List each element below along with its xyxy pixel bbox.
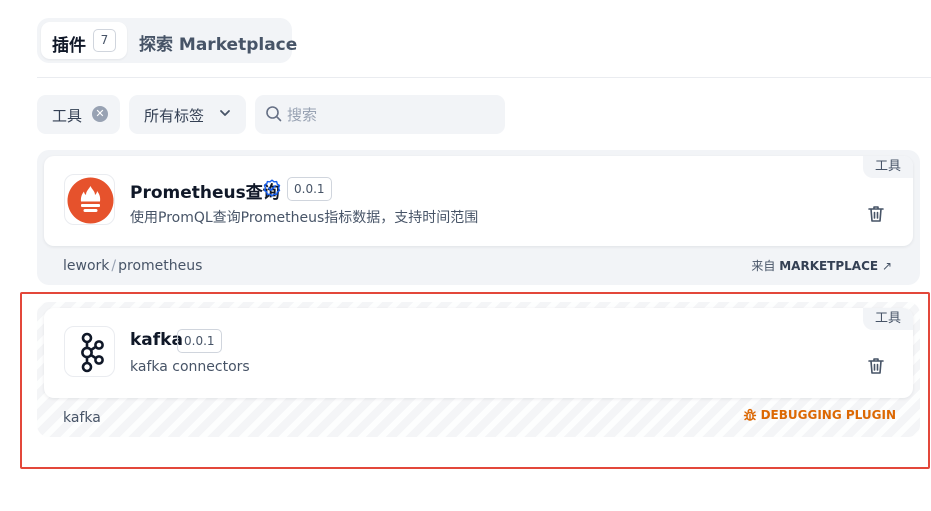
path-separator: / bbox=[111, 258, 117, 274]
source-link[interactable]: 来自 MARKETPLACE ↗ bbox=[751, 257, 892, 274]
chevron-down-icon bbox=[220, 110, 230, 116]
trash-icon[interactable] bbox=[866, 356, 886, 376]
bug-icon bbox=[743, 408, 756, 421]
prometheus-logo bbox=[64, 174, 115, 225]
kafka-logo bbox=[64, 326, 115, 377]
search-icon bbox=[266, 106, 282, 122]
search-box[interactable] bbox=[255, 95, 505, 134]
org-name: lework bbox=[63, 258, 110, 274]
debugging-plugin-badge: DEBUGGING PLUGIN bbox=[743, 408, 896, 422]
category-tag: 工具 bbox=[863, 156, 913, 178]
tab-plugins[interactable]: 插件 7 bbox=[41, 22, 127, 59]
tab-plugins-label: 插件 bbox=[52, 36, 86, 56]
arrow-up-right-icon: ↗ bbox=[881, 259, 892, 273]
tags-dropdown[interactable]: 所有标签 bbox=[129, 95, 246, 134]
plugin-name: kafka bbox=[130, 330, 183, 350]
version-badge: 0.0.1 bbox=[177, 329, 222, 353]
tool-filter-chip[interactable]: 工具 ✕ bbox=[37, 95, 120, 134]
trash-icon[interactable] bbox=[866, 204, 886, 224]
category-tag: 工具 bbox=[863, 308, 913, 330]
plugin-card-kafka[interactable]: 工具 kafka 0.0.1 kafka connectors kafka DE… bbox=[37, 302, 920, 437]
source-prefix: 来自 bbox=[751, 259, 776, 273]
repo-name: prometheus bbox=[118, 258, 203, 274]
plugin-org-repo: lework / prometheus bbox=[63, 258, 202, 274]
plugin-description: 使用PromQL查询Prometheus指标数据，支持时间范围 bbox=[130, 210, 479, 226]
header-divider bbox=[37, 77, 931, 78]
source-name: MARKETPLACE bbox=[779, 259, 879, 273]
plugin-org: kafka bbox=[63, 410, 101, 426]
verified-icon bbox=[263, 179, 281, 197]
tool-filter-label: 工具 bbox=[52, 107, 83, 125]
plugin-card-body: 工具 kafka 0.0.1 kafka connectors bbox=[44, 308, 913, 398]
tab-explore-marketplace[interactable]: 探索 Marketplace bbox=[139, 30, 297, 55]
plugin-card-prometheus[interactable]: 工具 Prometheus查询 0.0.1 使用PromQL查询Promethe… bbox=[37, 150, 920, 285]
search-input[interactable] bbox=[287, 103, 487, 127]
tags-dropdown-label: 所有标签 bbox=[144, 107, 205, 125]
debugging-plugin-label: DEBUGGING PLUGIN bbox=[760, 408, 896, 422]
plugin-tabs: 插件 7 探索 Marketplace bbox=[37, 18, 297, 63]
plugin-card-body: 工具 Prometheus查询 0.0.1 使用PromQL查询Promethe… bbox=[44, 156, 913, 246]
plugin-name: Prometheus查询 bbox=[130, 183, 280, 203]
clear-icon[interactable]: ✕ bbox=[92, 106, 108, 122]
version-badge: 0.0.1 bbox=[287, 177, 332, 201]
plugin-count-badge: 7 bbox=[93, 29, 116, 52]
plugin-description: kafka connectors bbox=[130, 359, 250, 375]
